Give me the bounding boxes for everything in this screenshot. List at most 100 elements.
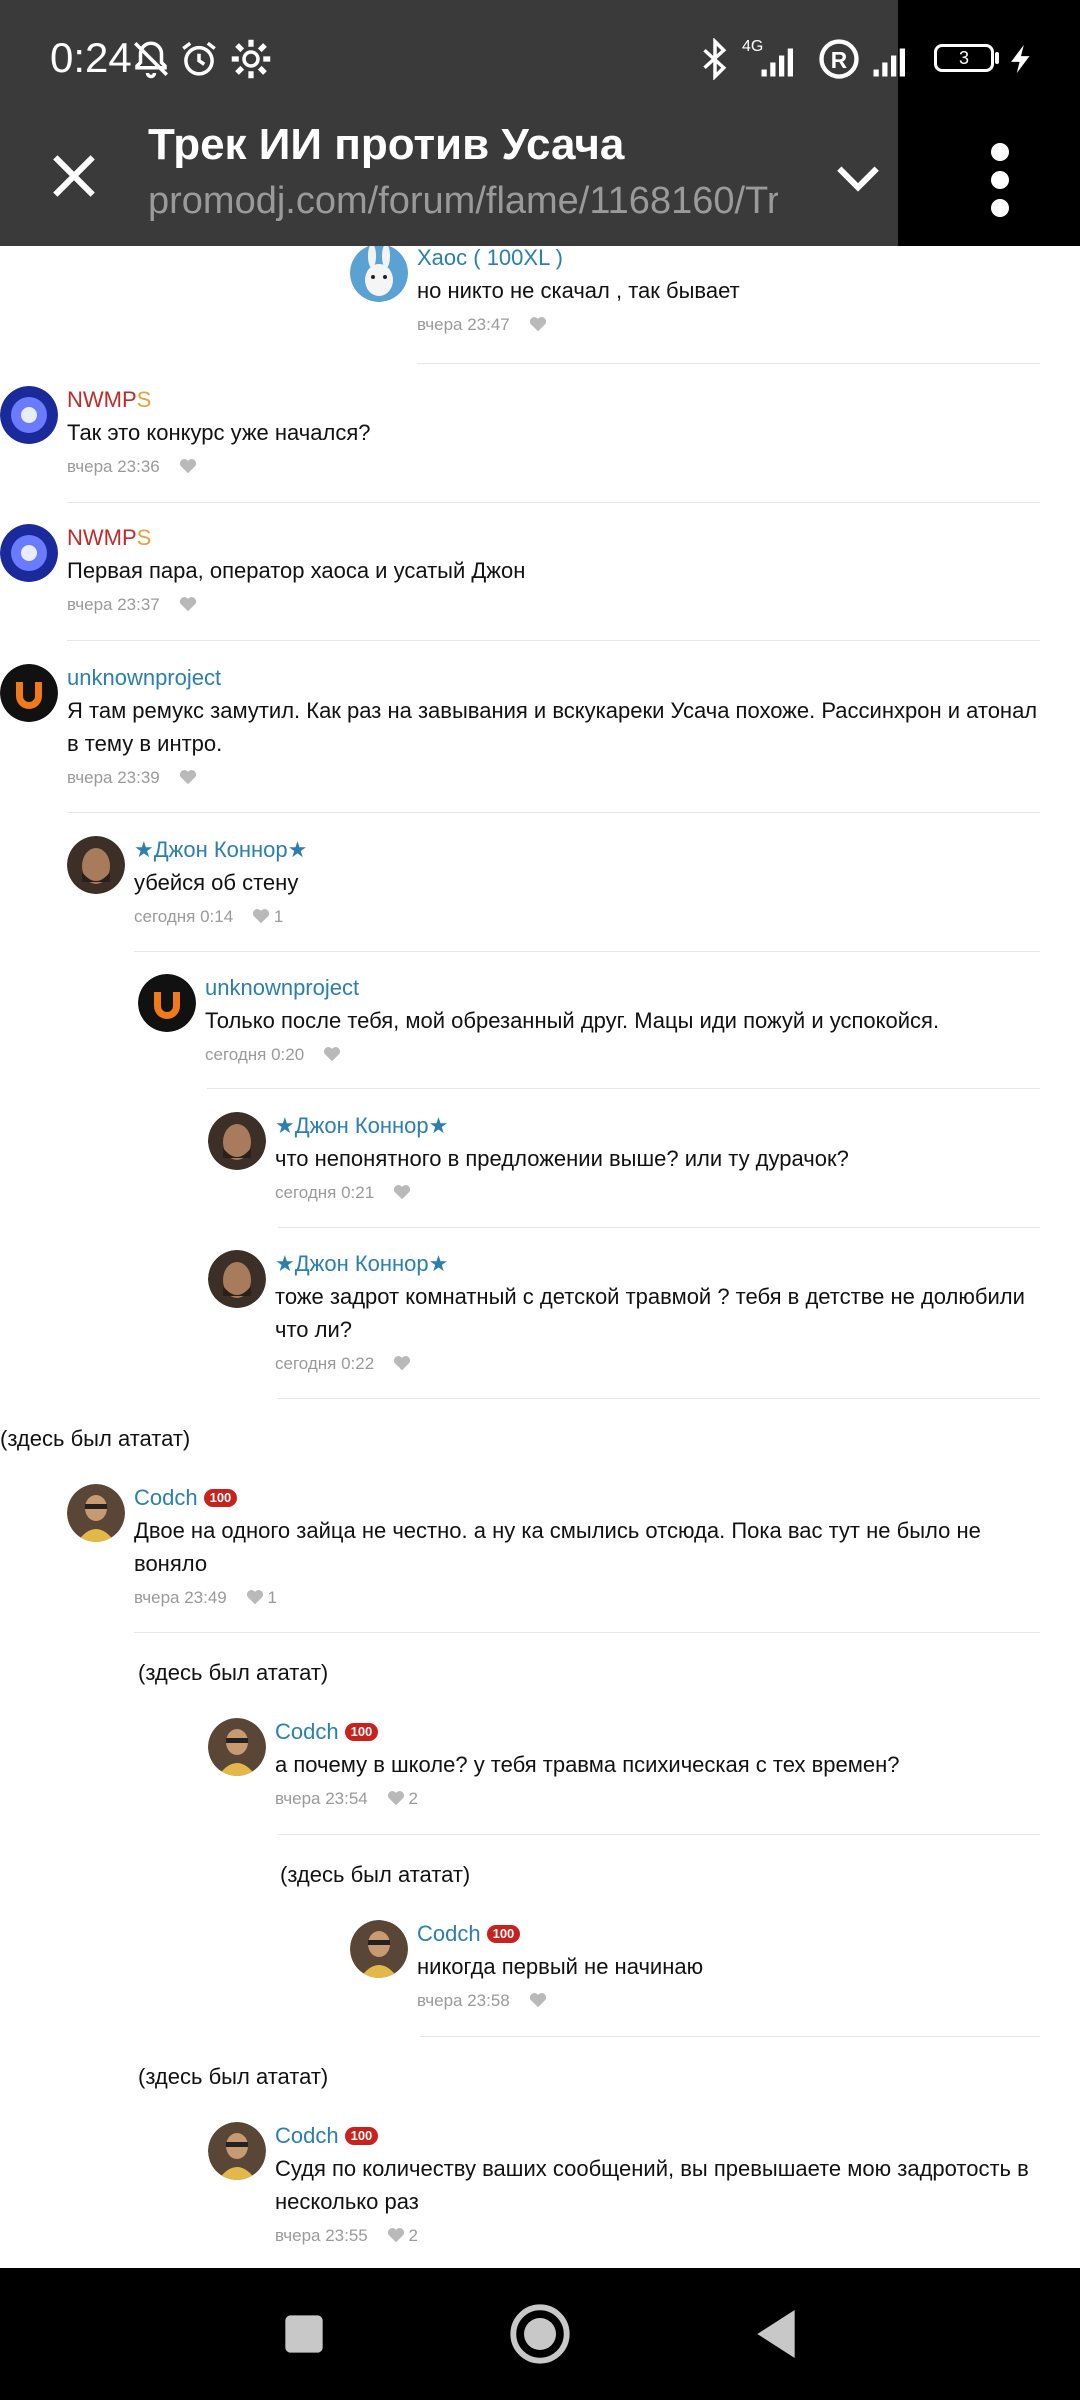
heart-icon[interactable] bbox=[246, 1589, 264, 1605]
comment-time: сегодня 0:22 bbox=[275, 1354, 375, 1373]
avatar[interactable] bbox=[0, 386, 58, 444]
alarm-icon bbox=[182, 41, 216, 76]
avatar[interactable] bbox=[0, 664, 58, 722]
signal-icon bbox=[761, 48, 793, 77]
comment-meta: вчера 23:49 1 bbox=[134, 1586, 1034, 1610]
heart-icon[interactable] bbox=[529, 316, 547, 332]
heart-icon[interactable] bbox=[387, 2227, 405, 2243]
avatar[interactable] bbox=[0, 524, 58, 582]
comment-author[interactable]: Хаос ( 100XL ) bbox=[417, 246, 1037, 272]
heart-icon[interactable] bbox=[323, 1046, 341, 1062]
comment-author[interactable]: ★Джон Коннор★ bbox=[275, 1112, 1040, 1140]
comment-text: убейся об стену bbox=[134, 870, 299, 895]
heart-icon[interactable] bbox=[179, 458, 197, 474]
heart-icon[interactable] bbox=[179, 769, 197, 785]
status-bar: 0:24 4G R 3 bbox=[0, 0, 1080, 120]
rating-badge: 100 bbox=[344, 2127, 379, 2145]
avatar[interactable] bbox=[208, 1250, 266, 1308]
face-avatar-icon bbox=[67, 836, 125, 894]
comment-meta: сегодня 0:20 bbox=[205, 1043, 1040, 1067]
divider bbox=[417, 363, 1040, 364]
comment-time: вчера 23:47 bbox=[417, 315, 510, 334]
divider bbox=[207, 1088, 1040, 1089]
comment-time: сегодня 0:14 bbox=[134, 907, 234, 926]
heart-icon[interactable] bbox=[179, 596, 197, 612]
comment-author[interactable]: NWMPS bbox=[67, 524, 1037, 552]
comment-author[interactable]: Codch 100 bbox=[134, 1484, 1034, 1512]
comment-author[interactable]: unknownproject bbox=[67, 664, 1047, 692]
avatar[interactable] bbox=[350, 246, 408, 302]
mute-bell-icon bbox=[134, 41, 168, 79]
heart-icon[interactable] bbox=[393, 1355, 411, 1371]
gear-icon bbox=[231, 39, 271, 79]
comment-author[interactable]: Codch 100 bbox=[417, 1920, 1037, 1948]
avatar[interactable] bbox=[208, 2122, 266, 2180]
page-title: Трек ИИ против Усача bbox=[148, 120, 625, 169]
comment-time: сегодня 0:20 bbox=[205, 1045, 305, 1064]
avatar[interactable] bbox=[208, 1112, 266, 1170]
comment-meta: вчера 23:55 2 bbox=[275, 2224, 1040, 2248]
comment-thread: Хаос ( 100XL ) но никто не скачал , так … bbox=[0, 246, 1080, 2268]
comment-text: Первая пара, оператор хаоса и усатый Джо… bbox=[67, 558, 526, 583]
recents-square-icon[interactable] bbox=[272, 2302, 336, 2366]
heart-icon[interactable] bbox=[393, 1184, 411, 1200]
divider bbox=[67, 502, 1040, 503]
rating-badge: 100 bbox=[203, 1489, 238, 1507]
comment-author[interactable]: NWMPS bbox=[67, 386, 1037, 414]
page-url[interactable]: promodj.com/forum/flame/1168160/Tre bbox=[148, 180, 778, 223]
comment-author[interactable]: Codch 100 bbox=[275, 1718, 1040, 1746]
heart-icon[interactable] bbox=[387, 1790, 405, 1806]
back-triangle-icon[interactable] bbox=[744, 2302, 808, 2366]
battery-icon: 3 bbox=[934, 44, 994, 72]
comment-text: а почему в школе? у тебя травма психичес… bbox=[275, 1752, 900, 1777]
charging-icon bbox=[1011, 44, 1030, 74]
close-icon[interactable] bbox=[46, 148, 102, 204]
avatar[interactable] bbox=[138, 974, 196, 1032]
deleted-comment-note: (здесь был ататат) bbox=[138, 2064, 329, 2089]
comment-meta: вчера 23:47 bbox=[417, 313, 1037, 337]
comment-meta: вчера 23:54 2 bbox=[275, 1787, 1040, 1811]
author-name: Codch bbox=[275, 2123, 339, 2148]
comment-time: вчера 23:49 bbox=[134, 1588, 227, 1607]
svg-text:R: R bbox=[831, 47, 847, 73]
face-avatar-icon bbox=[208, 1250, 266, 1308]
avatar[interactable] bbox=[350, 1920, 408, 1978]
divider bbox=[134, 951, 1040, 952]
like-count: 1 bbox=[273, 907, 284, 926]
comment-meta: вчера 23:58 bbox=[417, 1989, 1037, 2013]
home-circle-icon[interactable] bbox=[508, 2302, 572, 2366]
like-count: 2 bbox=[408, 2226, 418, 2245]
deleted-comment-note: (здесь был ататат) bbox=[138, 1660, 329, 1685]
comment-text: тоже задрот комнатный с детской травмой … bbox=[275, 1284, 1025, 1342]
battery-tip bbox=[995, 52, 999, 64]
comment-meta: сегодня 0:22 bbox=[275, 1352, 1040, 1376]
comment-meta: сегодня 0:14 1 bbox=[134, 905, 1034, 929]
battery-level: 3 bbox=[958, 48, 969, 68]
heart-icon[interactable] bbox=[252, 908, 270, 924]
comment-time: вчера 23:39 bbox=[67, 768, 160, 787]
top-bar: 0:24 4G R 3 Трек ИИ против Усача promodj… bbox=[0, 0, 1080, 246]
comment-author[interactable]: ★Джон Коннор★ bbox=[134, 836, 1034, 864]
more-vert-icon[interactable] bbox=[980, 140, 1020, 220]
chevron-down-icon[interactable] bbox=[830, 150, 886, 206]
comment-author[interactable]: Codch 100 bbox=[275, 2122, 1040, 2150]
divider bbox=[134, 1632, 1040, 1633]
divider bbox=[278, 1398, 1040, 1399]
blue-burst-avatar-icon bbox=[0, 386, 58, 444]
avatar[interactable] bbox=[208, 1718, 266, 1776]
comment-text: Судя по количеству ваших сообщений, вы п… bbox=[275, 2156, 1029, 2214]
deleted-comment-note: (здесь был ататат) bbox=[0, 1426, 191, 1451]
author-suffix: S bbox=[136, 387, 152, 412]
comment-author[interactable]: unknownproject bbox=[205, 974, 1040, 1002]
comment-time: вчера 23:37 bbox=[67, 595, 160, 614]
custom-tab-header: Трек ИИ против Усача promodj.com/forum/f… bbox=[0, 120, 1080, 246]
deleted-comment-note: (здесь был ататат) bbox=[280, 1862, 471, 1887]
avatar[interactable] bbox=[67, 836, 125, 894]
heart-icon[interactable] bbox=[529, 1992, 547, 2008]
divider bbox=[420, 2036, 1040, 2037]
comment-time: вчера 23:55 bbox=[275, 2226, 368, 2245]
comment-author[interactable]: ★Джон Коннор★ bbox=[275, 1250, 1040, 1278]
avatar[interactable] bbox=[67, 1484, 125, 1542]
codch-avatar-icon bbox=[350, 1920, 408, 1978]
author-name: NWMP bbox=[67, 525, 137, 550]
